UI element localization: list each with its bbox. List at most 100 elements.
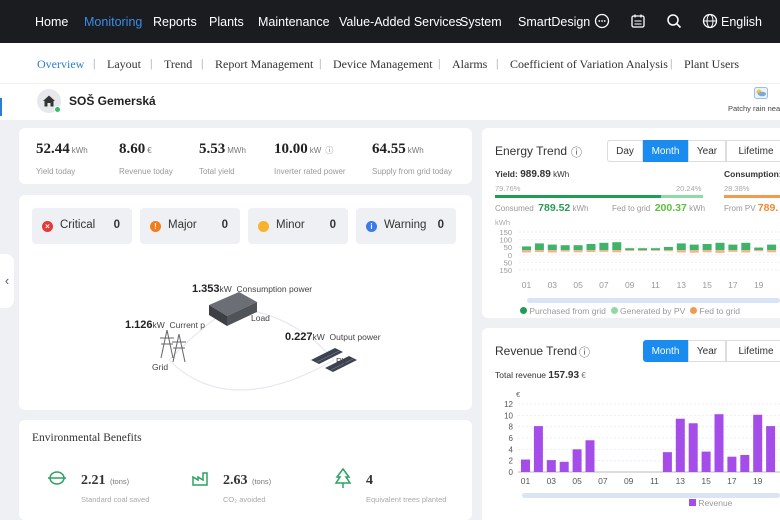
tab-layout[interactable]: Layout: [107, 57, 141, 72]
consumed-stat: Consumed 789.52 kWh: [495, 202, 589, 214]
coal-icon: [48, 471, 66, 485]
kpi-label: Yield today: [36, 167, 76, 176]
legend-label[interactable]: Generated by PV: [620, 306, 685, 316]
nav-maintenance[interactable]: Maintenance: [258, 15, 330, 29]
nav-system[interactable]: System: [460, 15, 502, 29]
bar-revenue: [546, 460, 556, 472]
chevron-left-icon: ‹: [4, 273, 10, 288]
flow-unit: kW: [219, 284, 232, 294]
bar-purchased: [586, 250, 596, 253]
tab-day[interactable]: Day: [607, 140, 643, 162]
x-tick-label: 11: [651, 280, 660, 290]
alarm-minor[interactable]: Minor 0: [248, 208, 348, 244]
energy-zoom-slider[interactable]: [527, 298, 780, 303]
bar-revenue: [662, 452, 672, 472]
bar-generated: [651, 248, 660, 250]
tab-year[interactable]: Year: [688, 340, 726, 362]
alarm-major[interactable]: ! Major 0: [140, 208, 240, 244]
language-selector[interactable]: English: [721, 15, 762, 29]
x-tick-label: 01: [522, 280, 532, 290]
env-unit: (tons): [251, 477, 272, 486]
x-tick-label: 05: [572, 476, 582, 486]
tab-coefficient-of-variation-analysis[interactable]: Coefficient of Variation Analysis: [510, 57, 668, 72]
tab-report-management[interactable]: Report Management: [215, 57, 313, 72]
bar-generated: [689, 244, 699, 250]
separator: |: [670, 56, 673, 70]
x-tick-label: 01: [521, 476, 531, 486]
bar-purchased: [689, 250, 699, 253]
x-tick-label: 19: [754, 280, 764, 290]
bar-purchased: [728, 250, 738, 252]
x-tick-label: 13: [676, 476, 686, 486]
env-co2: 2.63 (tons) CO₂ avoided: [223, 471, 271, 504]
alarm-label: Warning: [384, 219, 427, 231]
tab-device-management[interactable]: Device Management: [333, 57, 433, 72]
pct-consumed: 79.76%: [495, 184, 521, 193]
nav-reports[interactable]: Reports: [153, 15, 197, 29]
tab-plant-users[interactable]: Plant Users: [684, 57, 739, 72]
stat-value: 200.37: [654, 202, 687, 214]
revenue-zoom-slider[interactable]: [522, 493, 780, 498]
legend-label[interactable]: Revenue: [698, 498, 732, 508]
tab-overview[interactable]: Overview: [37, 57, 84, 72]
weather-label: Patchy rain nea: [728, 104, 780, 113]
info-icon[interactable]: ⓘ: [579, 344, 590, 360]
top-navigation-bar: Home Monitoring Reports Plants Maintenan…: [0, 0, 780, 43]
total-unit: €: [581, 371, 586, 380]
tab-lifetime[interactable]: Lifetime: [726, 140, 780, 162]
bar-purchased: [638, 250, 648, 252]
nav-plants[interactable]: Plants: [209, 15, 244, 29]
plant-avatar: [37, 89, 61, 113]
bar-purchased: [547, 250, 557, 253]
bar-revenue: [688, 423, 698, 472]
kpi-revenue-today: 8.60 € Revenue today: [119, 140, 173, 176]
alarm-critical[interactable]: × Critical 0: [32, 208, 132, 244]
collapse-handle[interactable]: ‹: [0, 254, 14, 308]
nav-smartdesign[interactable]: SmartDesign: [518, 15, 590, 29]
alarm-warning[interactable]: i Warning 0: [356, 208, 456, 244]
x-tick-label: 09: [625, 280, 635, 290]
tab-month[interactable]: Month: [643, 340, 688, 362]
alarm-label: Major: [168, 219, 197, 231]
x-tick-label: 13: [677, 280, 687, 290]
load-device-icon: [209, 292, 257, 326]
grid-tower-icon: [160, 329, 186, 363]
alarm-count: 0: [329, 219, 336, 231]
bar-purchased: [767, 250, 777, 253]
calendar-icon[interactable]: [630, 13, 646, 29]
bar-generated: [547, 244, 557, 250]
nav-value-added-services[interactable]: Value-Added Services: [339, 15, 462, 29]
revenue-title: Revenue Trend: [495, 344, 578, 358]
nav-monitoring[interactable]: Monitoring: [84, 15, 142, 29]
consumption-label: Consumption:: [724, 169, 780, 179]
search-icon[interactable]: [666, 13, 682, 29]
env-value: 2.63: [223, 473, 248, 488]
tab-year[interactable]: Year: [688, 140, 726, 162]
tab-trend[interactable]: Trend: [164, 57, 192, 72]
y-tick-label: 10: [504, 411, 513, 420]
bar-purchased: [612, 250, 622, 253]
chat-icon[interactable]: [594, 13, 610, 29]
info-icon[interactable]: ⓘ: [325, 146, 333, 155]
legend-label[interactable]: Fed to grid: [699, 306, 740, 316]
kpi-value: 52.44: [36, 141, 70, 157]
revenue-y-unit: €: [516, 390, 521, 399]
status-dot: [54, 106, 61, 113]
separator: |: [93, 56, 96, 70]
globe-icon[interactable]: [702, 13, 718, 29]
env-label: Standard coal saved: [81, 495, 150, 504]
tab-month[interactable]: Month: [643, 140, 688, 162]
nav-home[interactable]: Home: [35, 15, 68, 29]
x-tick-label: 07: [598, 476, 608, 486]
info-icon[interactable]: ⓘ: [571, 144, 582, 160]
env-value: 4: [366, 473, 373, 488]
sub-navigation-bar: Overview | Layout | Trend | Report Manag…: [0, 43, 780, 83]
fed-stat: Fed to grid 200.37 kWh: [612, 202, 705, 214]
tab-alarms[interactable]: Alarms: [452, 57, 487, 72]
energy-trend-card: Energy Trend ⓘ Day Month Year Lifetime Y…: [482, 128, 780, 318]
separator: |: [496, 56, 499, 70]
tab-lifetime[interactable]: Lifetime: [726, 340, 780, 362]
legend-label[interactable]: Purchased from grid: [529, 306, 606, 316]
bar-purchased: [676, 250, 686, 253]
stat-unit: kWh: [572, 204, 589, 213]
